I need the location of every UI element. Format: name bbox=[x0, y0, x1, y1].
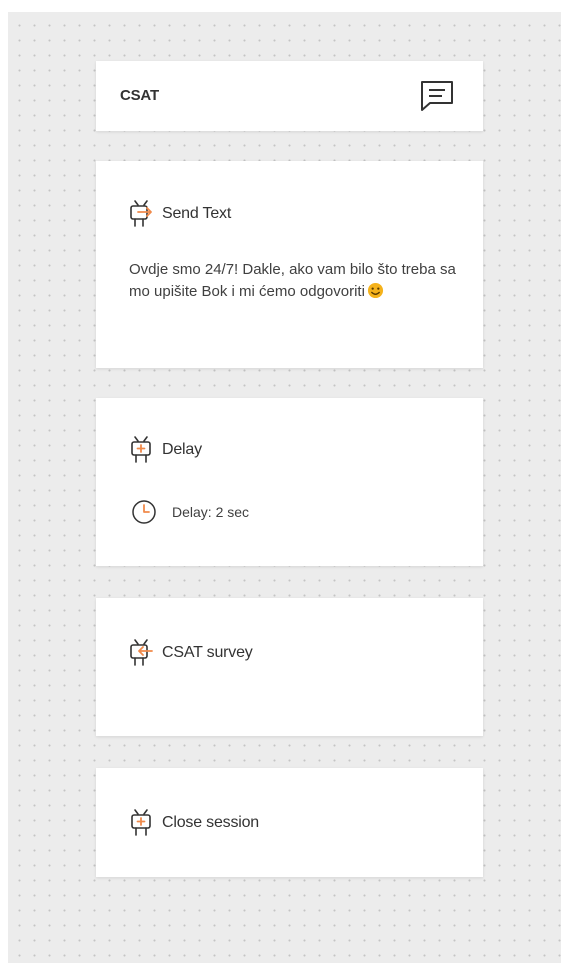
robot-send-icon bbox=[130, 200, 152, 227]
node-title: CSAT survey bbox=[162, 644, 253, 661]
node-title: Close session bbox=[162, 814, 260, 831]
clock-icon bbox=[132, 500, 156, 524]
node-title: Send Text bbox=[162, 205, 232, 222]
node-title-row: Close session bbox=[128, 808, 259, 838]
node-title-row: Delay bbox=[128, 435, 202, 465]
node-send-text[interactable]: Send Text Ovdje smo 24/7! Dakle, ako vam… bbox=[96, 161, 483, 368]
smiling-face-emoji bbox=[367, 282, 383, 299]
delay-row: Delay: 2 sec bbox=[130, 498, 249, 526]
flow-header-card[interactable]: CSAT bbox=[96, 61, 483, 131]
flow-title: CSAT bbox=[120, 87, 159, 104]
node-title-row: Send Text bbox=[128, 199, 231, 229]
node-delay[interactable]: Delay Delay: 2 sec bbox=[96, 398, 483, 566]
node-close-session[interactable]: Close session bbox=[96, 768, 483, 877]
flow-canvas[interactable]: CSAT Send Text Ovdje smo 24/7! Dakle, ak… bbox=[8, 12, 561, 963]
robot-close-icon bbox=[131, 809, 151, 836]
node-title: Delay bbox=[162, 441, 202, 458]
robot-delay-icon bbox=[131, 436, 151, 463]
node-csat-survey[interactable]: CSAT survey bbox=[96, 598, 483, 736]
node-message-text: Ovdje smo 24/7! Dakle, ako vam bilo što … bbox=[129, 261, 456, 300]
robot-survey-icon bbox=[130, 639, 153, 666]
delay-duration-text: Delay: 2 sec bbox=[172, 504, 250, 520]
node-title-row: CSAT survey bbox=[128, 638, 253, 668]
chat-message-icon[interactable] bbox=[418, 79, 456, 113]
